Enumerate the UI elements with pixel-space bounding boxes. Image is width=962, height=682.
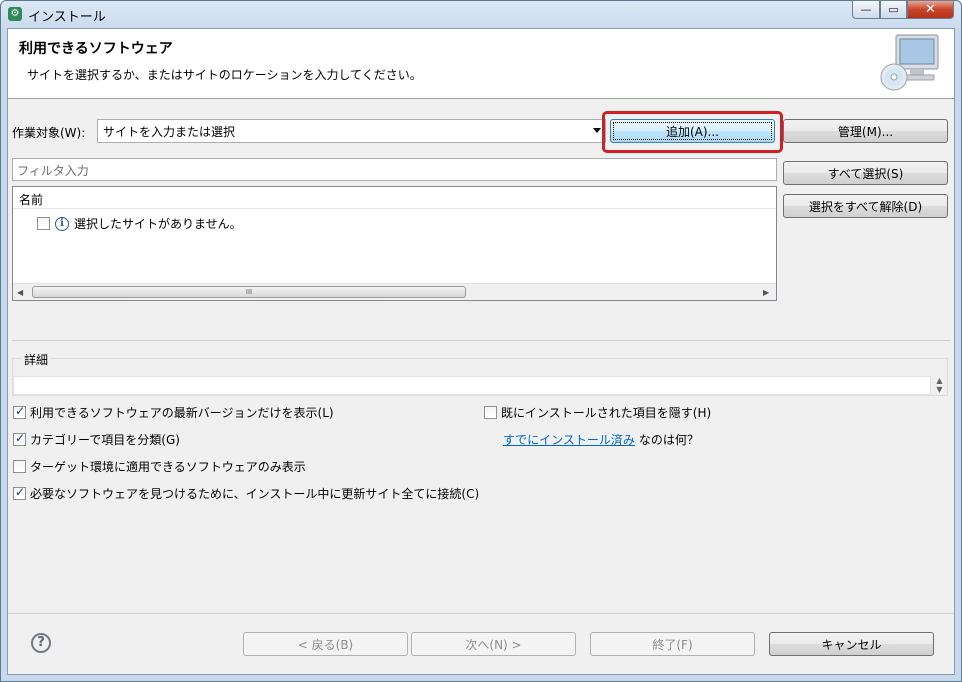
page-description: サイトを選択するか、またはサイトのロケーションを入力してください。 — [27, 68, 422, 82]
group-by-category-checkbox[interactable] — [13, 431, 26, 446]
page-title: 利用できるソフトウェア — [19, 41, 173, 57]
details-text — [13, 376, 931, 395]
already-installed-link[interactable]: すでにインストール済み — [503, 431, 635, 448]
what-installed-text: すでにインストール済み なのは何？ — [503, 431, 699, 448]
option-latest-only[interactable]: 利用できるソフトウェアの最新バージョンだけを表示(L) — [13, 404, 334, 421]
contact-all-sites-checkbox[interactable] — [13, 485, 26, 500]
next-button[interactable]: 次へ(N) > — [411, 632, 576, 656]
dialog-client: 利用できるソフトウェア サイトを選択するか、またはサイトのロケーションを入力して… — [7, 28, 955, 675]
manage-sites-button[interactable]: 管理(M)... — [783, 119, 948, 143]
close-button[interactable]: ✕ — [907, 0, 954, 19]
what-installed-suffix: なのは何？ — [638, 433, 699, 447]
divider — [12, 340, 950, 341]
window-title: インストール — [28, 10, 106, 25]
add-site-button[interactable]: 追加(A)... — [610, 119, 775, 143]
list-item[interactable]: i 選択したサイトがありません。 — [37, 215, 242, 232]
work-with-combo[interactable]: サイトを入力または選択 — [97, 119, 606, 143]
scroll-right-icon[interactable]: ▶ — [763, 288, 769, 297]
hide-installed-label: 既にインストールされた項目を隠す(H) — [501, 406, 712, 420]
contact-all-sites-label: 必要なソフトウェアを見つけるために、インストール中に更新サイト全てに接続(C) — [30, 487, 480, 501]
hide-installed-checkbox[interactable] — [484, 406, 497, 419]
scroll-thumb[interactable]: III — [32, 286, 466, 298]
scroll-left-icon[interactable]: ◀ — [17, 288, 23, 297]
latest-only-checkbox[interactable] — [13, 404, 26, 419]
deselect-all-button[interactable]: 選択をすべて解除(D) — [783, 194, 948, 218]
title-bar: ⚙ インストール — ▭ ✕ — [0, 0, 962, 28]
item-checkbox[interactable] — [37, 217, 50, 230]
details-scrollbar[interactable]: ▲ ▼ — [932, 376, 947, 395]
window-controls: — ▭ ✕ — [852, 0, 956, 19]
group-by-category-label: カテゴリーで項目を分類(G) — [30, 433, 180, 447]
cancel-button[interactable]: キャンセル — [769, 632, 934, 656]
computer-cd-icon — [880, 34, 939, 91]
back-button[interactable]: < 戻る(B) — [243, 632, 408, 656]
app-icon: ⚙ — [8, 7, 22, 21]
help-icon[interactable]: ? — [31, 633, 51, 653]
option-group-by-category[interactable]: カテゴリーで項目を分類(G) — [13, 431, 180, 448]
filter-input[interactable]: フィルタ入力 — [12, 158, 777, 181]
scroll-down-icon[interactable]: ▼ — [932, 385, 947, 394]
option-hide-installed[interactable]: 既にインストールされた項目を隠す(H) — [484, 404, 711, 421]
maximize-button[interactable]: ▭ — [880, 0, 907, 19]
work-with-value: サイトを入力または選択 — [103, 125, 236, 139]
software-tree[interactable]: 名前 i 選択したサイトがありません。 ◀ III ▶ — [12, 186, 777, 301]
header-banner: 利用できるソフトウェア サイトを選択するか、またはサイトのロケーションを入力して… — [8, 29, 954, 99]
select-all-button[interactable]: すべて選択(S) — [783, 161, 948, 185]
option-contact-all-sites[interactable]: 必要なソフトウェアを見つけるために、インストール中に更新サイト全てに接続(C) — [13, 485, 479, 502]
details-label: 詳細 — [22, 351, 51, 368]
column-header-name[interactable]: 名前 — [13, 187, 776, 209]
target-env-checkbox[interactable] — [13, 460, 26, 473]
list-item-label: 選択したサイトがありません。 — [74, 217, 242, 231]
footer-divider — [8, 613, 954, 614]
scroll-up-icon[interactable]: ▲ — [932, 376, 947, 385]
latest-only-label: 利用できるソフトウェアの最新バージョンだけを表示(L) — [30, 406, 334, 420]
work-with-label: 作業対象(W): — [12, 126, 86, 140]
minimize-button[interactable]: — — [852, 0, 880, 19]
option-target-env-only[interactable]: ターゲット環境に適用できるソフトウェアのみ表示 — [13, 458, 306, 475]
chevron-down-icon[interactable] — [593, 128, 601, 133]
finish-button[interactable]: 終了(F) — [590, 632, 755, 656]
horizontal-scrollbar[interactable]: ◀ III ▶ — [13, 283, 776, 300]
target-env-label: ターゲット環境に適用できるソフトウェアのみ表示 — [30, 460, 306, 474]
info-icon: i — [55, 216, 69, 231]
